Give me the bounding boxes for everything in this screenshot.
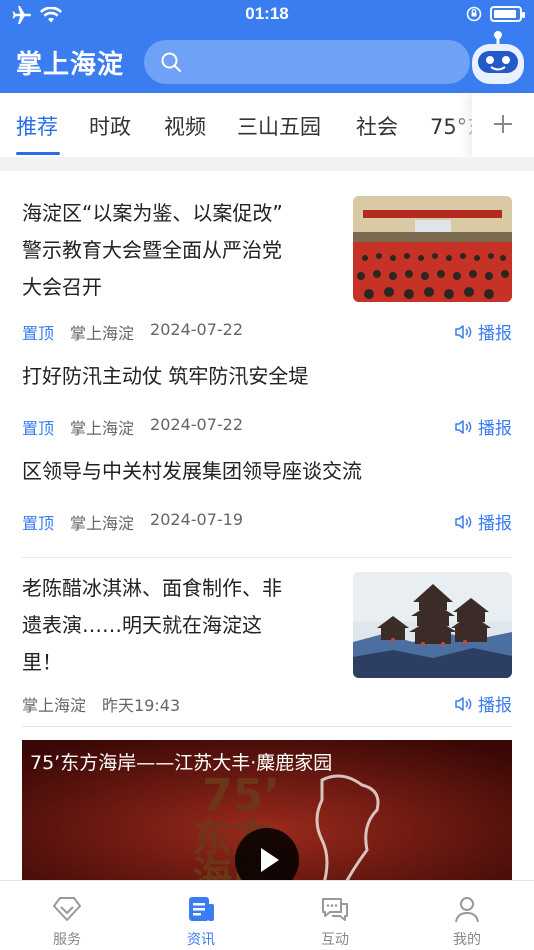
user-icon	[455, 897, 479, 923]
status-time: 01:18	[245, 4, 289, 23]
orientation-lock-icon	[466, 6, 482, 22]
news-title: 老陈醋冰淇淋、面食制作、非 遗表演……明天就在海淀这 里！	[22, 576, 282, 674]
speaker-icon	[455, 419, 472, 434]
news-item[interactable]: 打好防汛主动仗 筑牢防汛安全堤 置顶 掌上海淀 2024-07-22 播报	[0, 346, 534, 442]
news-date: 2024-07-22	[150, 320, 244, 339]
tab-society[interactable]: 社会	[356, 111, 398, 141]
news-source: 掌上海淀	[70, 514, 135, 533]
news-title: 打好防汛主动仗 筑牢防汛安全堤	[22, 364, 309, 388]
news-source: 掌上海淀	[70, 324, 135, 343]
news-meta: 置顶 掌上海淀 2024-07-22	[22, 320, 243, 344]
category-tabs: 推荐 时政 视频 三山五园 社会 75°东	[0, 93, 534, 157]
pinned-tag: 置顶	[22, 514, 55, 533]
speaker-icon	[455, 514, 472, 529]
section-separator	[0, 157, 534, 171]
tab-recommend[interactable]: 推荐	[16, 111, 58, 141]
news-meta: 置顶 掌上海淀 2024-07-19	[22, 510, 243, 534]
play-icon	[261, 848, 279, 872]
news-item[interactable]: 老陈醋冰淇淋、面食制作、非 遗表演……明天就在海淀这 里！ 掌上海淀 昨天19:…	[0, 558, 534, 726]
news-title: 区领导与中关村发展集团领导座谈交流	[22, 459, 362, 483]
news-title: 海淀区“以案为鉴、以案促改” 警示教育大会暨全面从严治党 大会召开	[22, 201, 283, 299]
search-icon	[161, 52, 181, 72]
app-header: 01:18 掌上海淀	[0, 0, 534, 93]
news-meta: 掌上海淀 昨天19:43	[22, 692, 180, 716]
tab-video[interactable]: 视频	[164, 111, 206, 141]
app-title: 掌上海淀	[16, 50, 125, 80]
search-bar[interactable]	[144, 40, 470, 84]
nav-interact[interactable]: 互动	[268, 881, 402, 950]
add-tab-button[interactable]	[472, 93, 534, 157]
news-meta: 置顶 掌上海淀 2024-07-22	[22, 415, 243, 439]
video-title: 75’东方海岸——江苏大丰·麋鹿家园	[30, 752, 333, 774]
broadcast-button[interactable]: 播报	[454, 319, 512, 344]
tab-politics[interactable]: 时政	[89, 111, 131, 141]
battery-icon	[490, 6, 525, 22]
news-date: 昨天19:43	[102, 696, 181, 715]
news-item[interactable]: 区领导与中关村发展集团领导座谈交流 置顶 掌上海淀 2024-07-19 播报	[0, 442, 534, 558]
speaker-icon	[455, 696, 472, 711]
chat-icon	[322, 898, 348, 921]
broadcast-button[interactable]: 播报	[454, 691, 512, 716]
broadcast-button[interactable]: 播报	[454, 509, 512, 534]
news-date: 2024-07-19	[150, 510, 244, 529]
news-thumbnail	[353, 196, 512, 302]
news-source: 掌上海淀	[22, 696, 87, 715]
news-thumbnail	[353, 572, 512, 678]
news-icon	[189, 897, 214, 921]
diamond-icon	[53, 897, 81, 921]
nav-news[interactable]: 资讯	[134, 881, 268, 950]
svg-text:75’: 75’	[202, 770, 280, 821]
news-source: 掌上海淀	[70, 419, 135, 438]
search-input[interactable]	[194, 40, 454, 84]
news-date: 2024-07-22	[150, 415, 244, 434]
status-right	[466, 6, 525, 22]
nav-services[interactable]: 服务	[0, 881, 134, 950]
video-card[interactable]: 75’ 东方 海岸 75’东方海岸——江苏大丰·麋鹿家园	[22, 740, 512, 890]
news-item[interactable]: 海淀区“以案为鉴、以案促改” 警示教育大会暨全面从严治党 大会召开 置顶 掌上海…	[0, 171, 534, 346]
pinned-tag: 置顶	[22, 324, 55, 343]
nav-mine[interactable]: 我的	[400, 881, 534, 950]
tab-three-hills-five-gardens[interactable]: 三山五园	[237, 111, 321, 141]
active-tab-indicator	[16, 152, 60, 155]
speaker-icon	[455, 324, 472, 339]
broadcast-button[interactable]: 播报	[454, 414, 512, 439]
status-bar: 01:18	[0, 0, 534, 30]
pinned-tag: 置顶	[22, 419, 55, 438]
robot-assistant-icon[interactable]	[470, 30, 526, 88]
bottom-navigation: 服务 资讯 互动 我的	[0, 880, 534, 950]
divider	[22, 726, 512, 727]
